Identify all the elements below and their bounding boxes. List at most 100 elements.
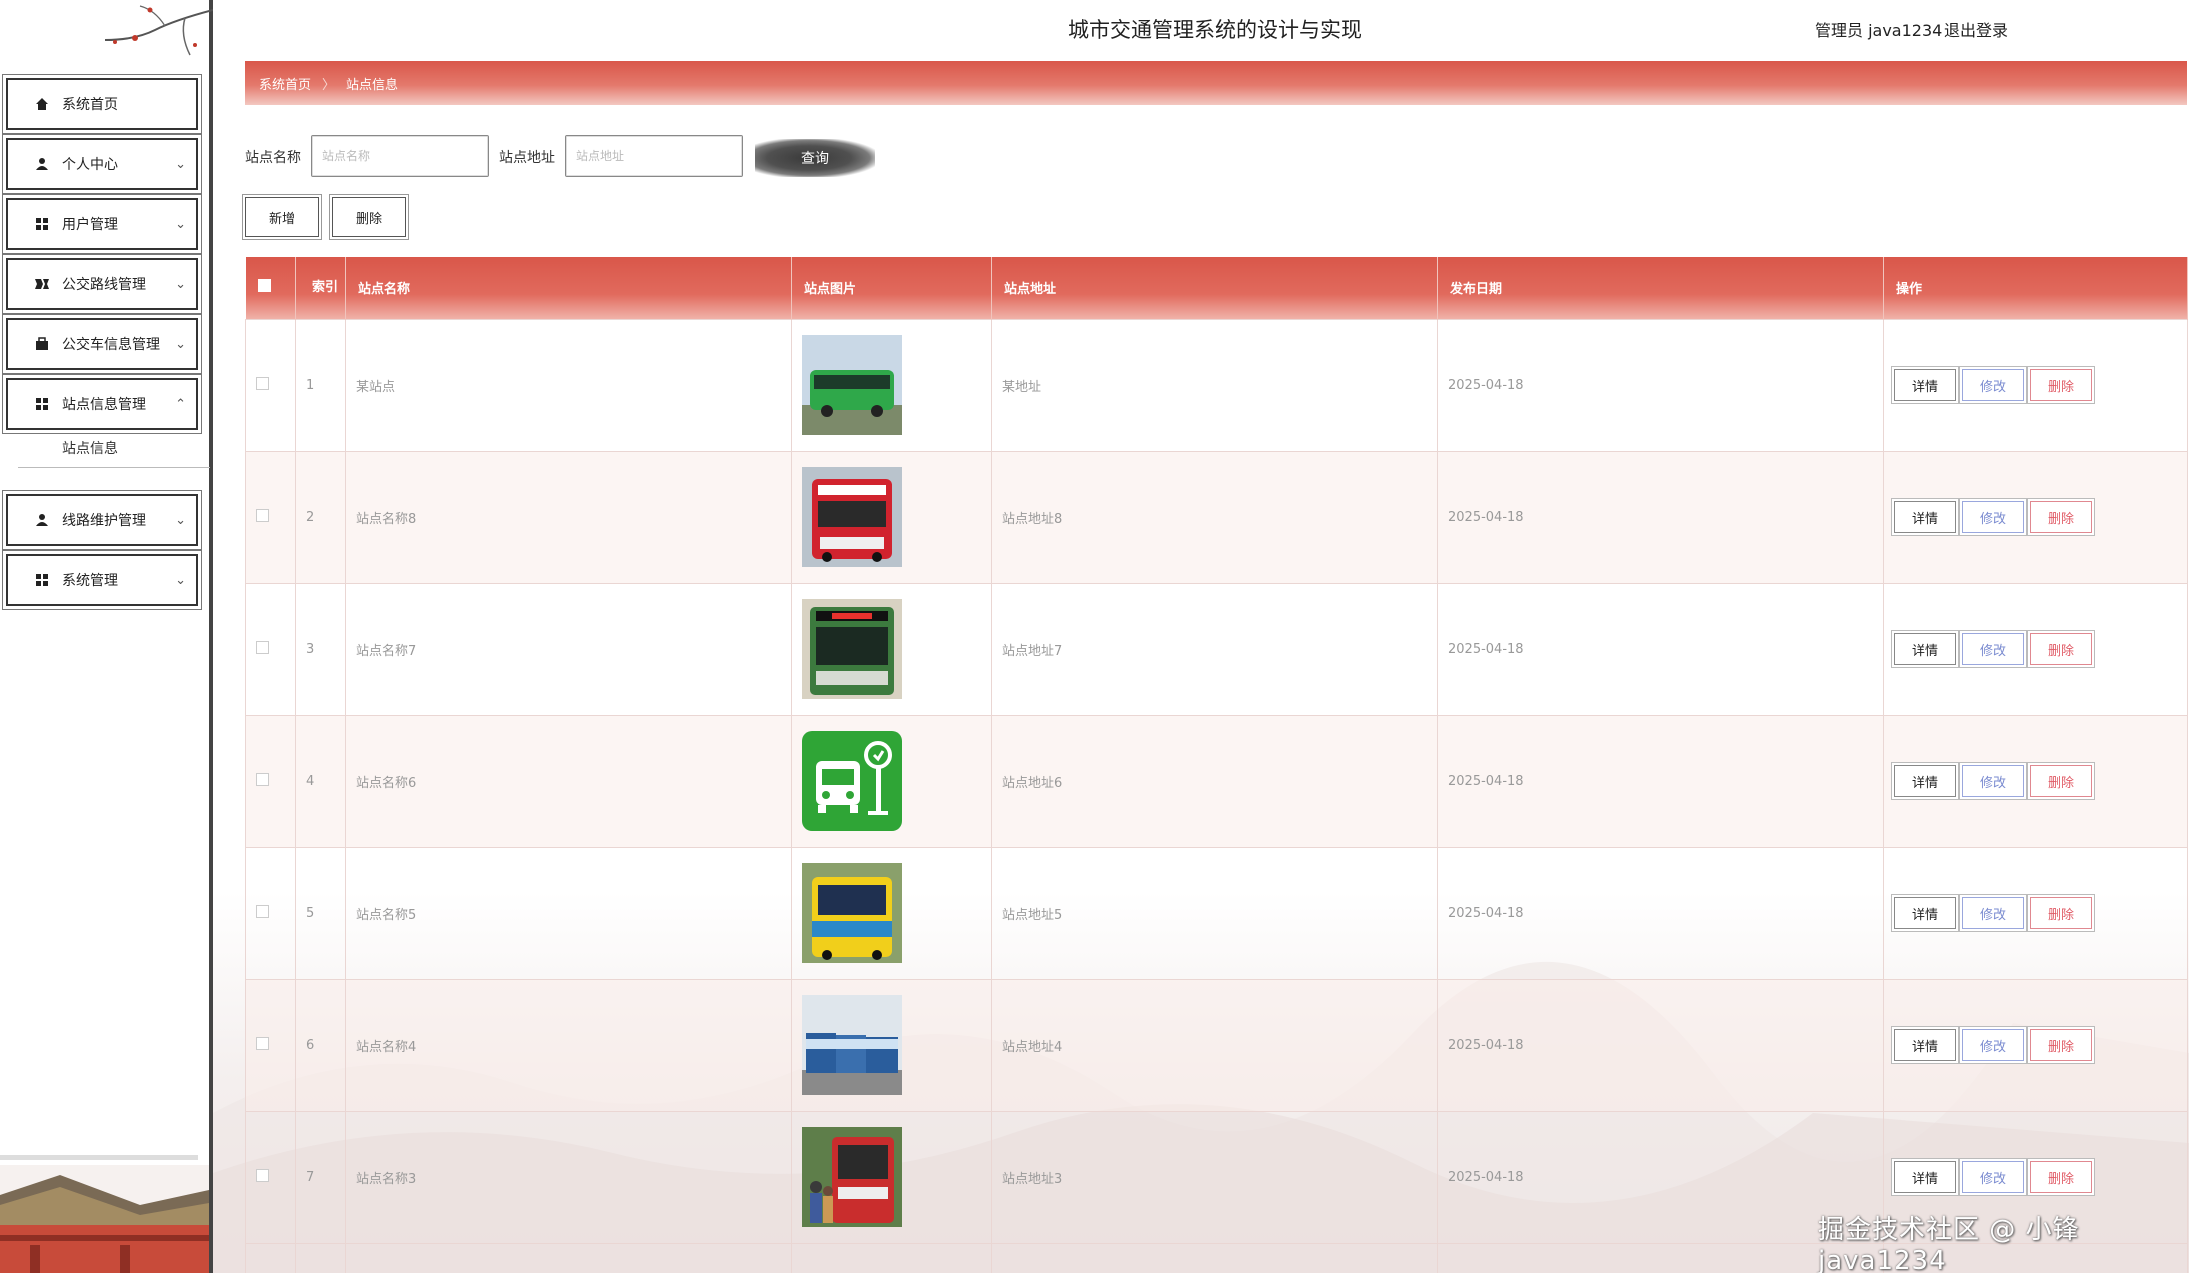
sidebar-item-label: 个人中心 <box>62 157 118 173</box>
row-select-cell[interactable] <box>245 582 296 716</box>
row-station-address: 站点地址5 <box>991 846 1438 980</box>
column-header-date: 发布日期 <box>1437 257 1884 319</box>
row-checkbox[interactable] <box>256 640 269 654</box>
row-index: 3 <box>295 582 346 716</box>
breadcrumb: 系统首页 〉 站点信息 <box>245 61 2187 105</box>
detail-button[interactable]: 详情 <box>1894 369 1956 401</box>
edit-button[interactable]: 修改 <box>1962 1161 2024 1193</box>
row-checkbox[interactable] <box>256 376 269 390</box>
select-all-checkbox[interactable] <box>257 279 271 293</box>
sidebar-item-home[interactable]: 系统首页 <box>6 78 198 130</box>
row-index: 7 <box>295 1110 346 1244</box>
delete-button[interactable]: 删除 <box>2030 765 2092 797</box>
row-checkbox[interactable] <box>256 1168 269 1182</box>
detail-button[interactable]: 详情 <box>1894 765 1956 797</box>
sidebar-item-station-info[interactable]: 站点信息管理 ⌃ <box>6 378 198 430</box>
delete-button[interactable]: 删除 <box>2030 897 2092 929</box>
user-icon <box>34 512 50 528</box>
row-actions: 详情 修改 删除 <box>1883 714 2188 848</box>
sidebar-item-label: 公交车信息管理 <box>62 337 160 353</box>
row-actions: 详情 修改 删除 <box>1883 582 2188 716</box>
watermark: 掘金技术社区 @ 小锋java1234 <box>1818 1215 2080 1273</box>
row-checkbox[interactable] <box>256 772 269 786</box>
yellow-bus-photo <box>802 863 991 963</box>
station-address-input[interactable] <box>565 135 743 177</box>
admin-username: 管理员 java1234 <box>1815 21 1943 40</box>
select-all-cell[interactable] <box>245 257 296 319</box>
sidebar-item-bus-routes[interactable]: 公交路线管理 ⌄ <box>6 258 198 310</box>
chevron-down-icon: ⌄ <box>175 277 186 292</box>
row-select-cell[interactable] <box>245 450 296 584</box>
row-select-cell[interactable] <box>245 846 296 980</box>
sidebar-item-bus-info[interactable]: 公交车信息管理 ⌄ <box>6 318 198 370</box>
row-station-name: 某站点 <box>345 318 792 452</box>
delete-button[interactable]: 删除 <box>2030 369 2092 401</box>
detail-button[interactable]: 详情 <box>1894 633 1956 665</box>
station-name-input[interactable] <box>311 135 489 177</box>
add-button[interactable]: 新增 <box>245 197 319 237</box>
row-select-cell[interactable] <box>245 1110 296 1244</box>
sidebar-item-line-maintenance[interactable]: 线路维护管理 ⌄ <box>6 494 198 546</box>
logout-link[interactable]: 退出登录 <box>1944 17 2008 41</box>
column-header-name: 站点名称 <box>345 257 792 319</box>
row-checkbox[interactable] <box>256 1036 269 1050</box>
sidebar-item-label: 系统首页 <box>62 97 118 113</box>
breadcrumb-home[interactable]: 系统首页 <box>259 74 311 93</box>
detail-button[interactable]: 详情 <box>1894 1161 1956 1193</box>
edit-button[interactable]: 修改 <box>1962 501 2024 533</box>
sidebar-item-system[interactable]: 系统管理 ⌄ <box>6 554 198 606</box>
row-station-address: 站点地址3 <box>991 1110 1438 1244</box>
query-button[interactable]: 查询 <box>755 139 875 177</box>
edit-button[interactable]: 修改 <box>1962 1029 2024 1061</box>
delete-button[interactable]: 删除 <box>2030 1161 2092 1193</box>
row-actions: 详情 修改 删除 <box>1883 978 2188 1112</box>
edit-button[interactable]: 修改 <box>1962 369 2024 401</box>
row-actions: 详情 修改 删除 <box>1883 450 2188 584</box>
row-select-cell[interactable] <box>245 714 296 848</box>
grid-icon <box>34 396 50 412</box>
row-station-address: 站点地址4 <box>991 978 1438 1112</box>
row-index: 1 <box>295 318 346 452</box>
sidebar-item-label: 线路维护管理 <box>62 513 146 529</box>
chevron-down-icon: ⌄ <box>175 157 186 172</box>
delete-button[interactable]: 删除 <box>2030 501 2092 533</box>
delete-button[interactable]: 删除 <box>2030 633 2092 665</box>
breadcrumb-separator: 〉 <box>322 77 336 93</box>
edit-button[interactable]: 修改 <box>1962 765 2024 797</box>
station-address-label: 站点地址 <box>499 150 555 166</box>
submenu-station-info[interactable]: 站点信息 <box>18 432 210 468</box>
chevron-down-icon: ⌄ <box>175 217 186 232</box>
grid-icon <box>34 572 50 588</box>
delete-button[interactable]: 删除 <box>2030 1029 2092 1061</box>
table-row: 2 站点名称8 站点地址8 2025-04-18 详情 修改 删除 <box>245 450 2188 584</box>
table-row: 5 站点名称5 站点地址5 2025-04-18 详情 修改 删除 <box>245 846 2188 980</box>
edit-button[interactable]: 修改 <box>1962 633 2024 665</box>
station-table: 索引 站点名称 站点图片 站点地址 发布日期 操作 1 某站点 某地址 2025-04… <box>245 257 2188 1273</box>
row-station-address: 站点地址8 <box>991 450 1438 584</box>
user-icon <box>34 156 50 172</box>
row-checkbox[interactable] <box>256 904 269 918</box>
grid-icon <box>34 216 50 232</box>
row-station-name: 站点名称3 <box>345 1110 792 1244</box>
row-station-image <box>791 582 992 716</box>
table-header-row: 索引 站点名称 站点图片 站点地址 发布日期 操作 <box>245 257 2188 319</box>
detail-button[interactable]: 详情 <box>1894 897 1956 929</box>
detail-button[interactable]: 详情 <box>1894 1029 1956 1061</box>
row-checkbox[interactable] <box>256 508 269 522</box>
row-select-cell[interactable] <box>245 978 296 1112</box>
row-select-cell[interactable] <box>245 318 296 452</box>
sidebar-item-label: 站点信息管理 <box>62 397 146 413</box>
table-row: 6 站点名称4 站点地址4 2025-04-18 详情 修改 删除 <box>245 978 2188 1112</box>
sidebar-item-users[interactable]: 用户管理 ⌄ <box>6 198 198 250</box>
detail-button[interactable]: 详情 <box>1894 501 1956 533</box>
row-actions: 详情 修改 删除 <box>1883 318 2188 452</box>
row-station-name: 站点名称5 <box>345 846 792 980</box>
briefcase-icon <box>34 336 50 352</box>
batch-delete-button[interactable]: 删除 <box>332 197 406 237</box>
row-publish-date: 2025-04-18 <box>1437 714 1884 848</box>
edit-button[interactable]: 修改 <box>1962 897 2024 929</box>
sidebar-item-profile[interactable]: 个人中心 ⌄ <box>6 138 198 190</box>
breadcrumb-current: 站点信息 <box>346 77 399 93</box>
sidebar-item-label: 公交路线管理 <box>62 277 146 293</box>
row-index: 2 <box>295 450 346 584</box>
